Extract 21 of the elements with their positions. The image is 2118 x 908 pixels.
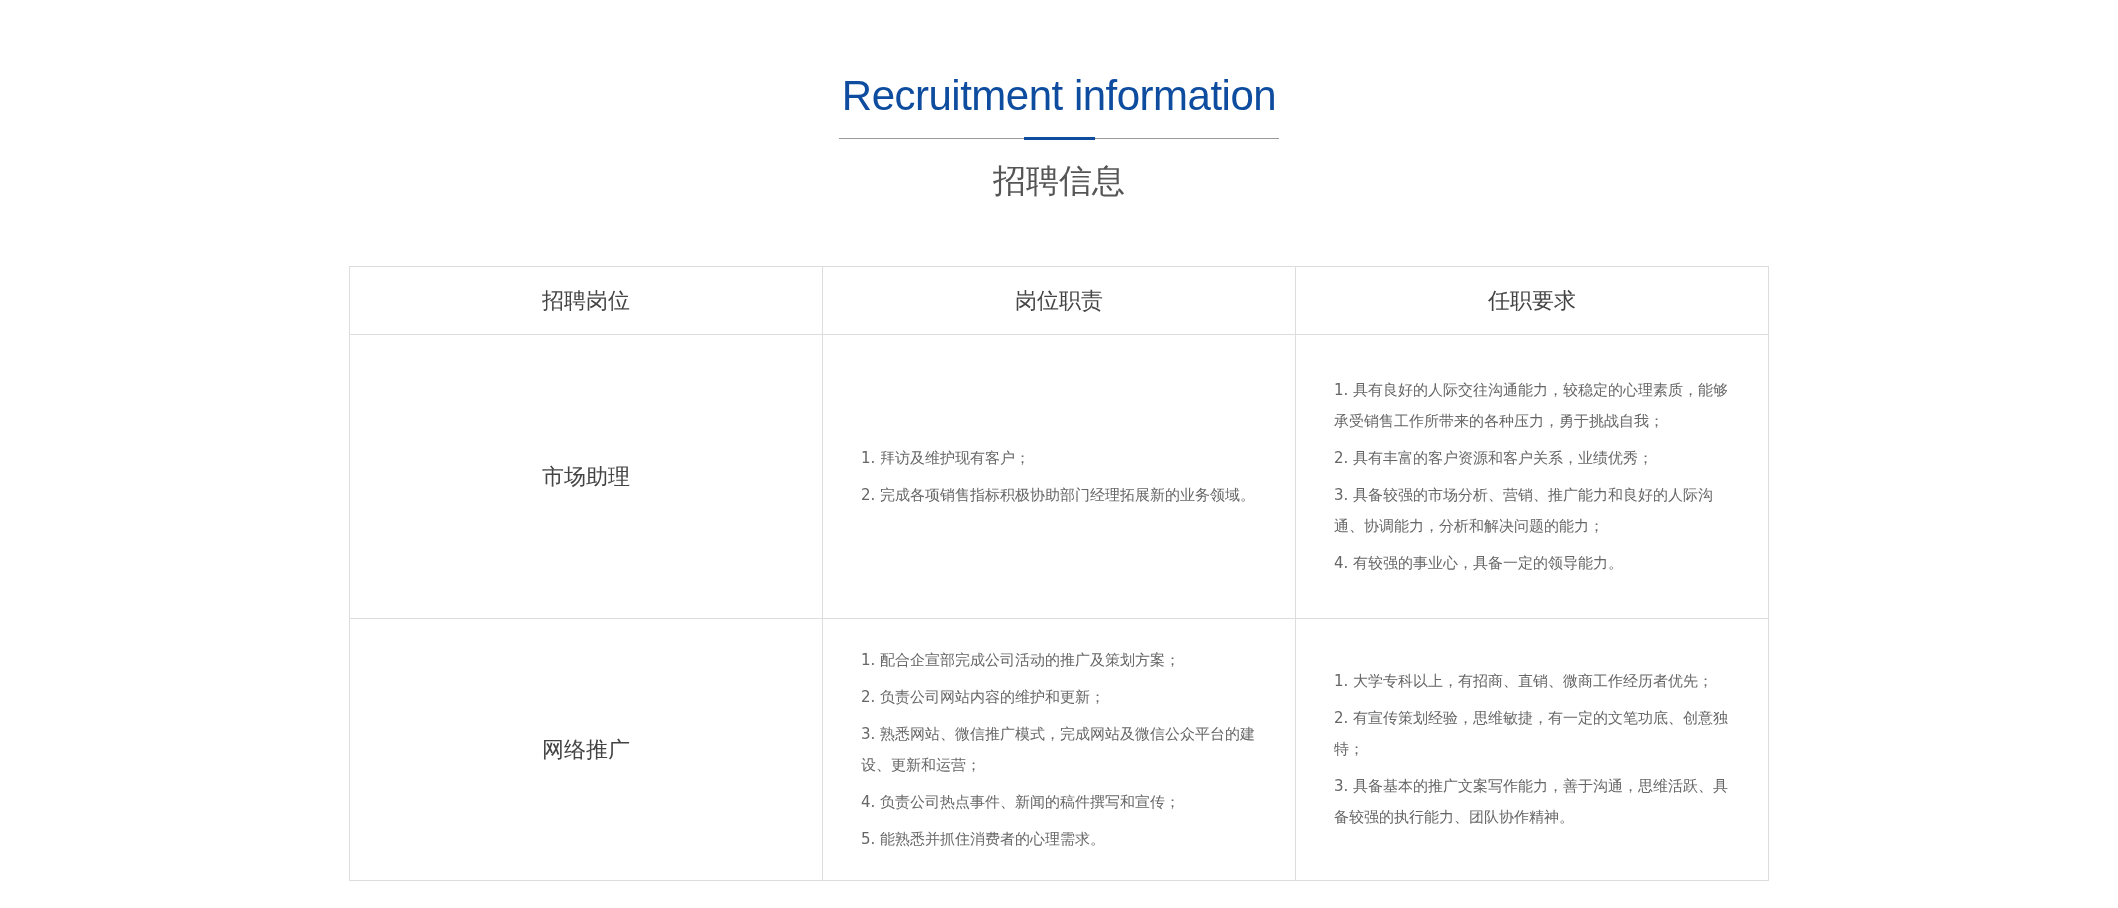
duty-item: 4. 负责公司热点事件、新闻的稿件撰写和宣传； bbox=[861, 791, 1182, 813]
requirement-item: 1. 大学专科以上，有招商、直销、微商工作经历者优先； bbox=[1334, 671, 1715, 692]
requirement-item: 4. 有较强的事业心，具备一定的领导能力。 bbox=[1334, 552, 1625, 574]
position-name: 网络推广 bbox=[542, 735, 630, 764]
section-title: Recruitment information bbox=[841, 71, 1277, 121]
column-header: 招聘岗位 bbox=[542, 286, 630, 315]
duty-item: 1. 拜访及维护现有客户； bbox=[861, 447, 1032, 469]
duty-item: 1. 配合企宣部完成公司活动的推广及策划方案； bbox=[861, 649, 1182, 671]
requirement-item: 3. 具备基本的推广文案写作能力，善于沟通，思维活跃、具备较强的执行能力、团队协作精神。 bbox=[1334, 776, 1730, 828]
requirement-item: 2. 有宣传策划经验，思维敏捷，有一定的文笔功底、创意独特； bbox=[1334, 708, 1730, 760]
duty-item: 3. 熟悉网站、微信推广模式，完成网站及微信公众平台的建设、更新和运营； bbox=[861, 723, 1257, 776]
requirement-item: 2. 具有丰富的客户资源和客户关系，业绩优秀； bbox=[1334, 447, 1655, 469]
duty-item: 5. 能熟悉并抓住消费者的心理需求。 bbox=[861, 828, 1107, 850]
duty-item: 2. 完成各项销售指标积极协助部门经理拓展新的业务领域。 bbox=[861, 484, 1256, 506]
section-subtitle: 招聘信息 bbox=[993, 160, 1125, 202]
requirement-item: 3. 具备较强的市场分析、营销、推广能力和良好的人际沟通、协调能力，分析和解决问题的能力； bbox=[1334, 484, 1715, 537]
duty-item: 2. 负责公司网站内容的维护和更新； bbox=[861, 686, 1107, 708]
requirement-item: 1. 具有良好的人际交往沟通能力，较稳定的心理素质，能够承受销售工作所带来的各种压力，勇于挑战自我； bbox=[1334, 379, 1730, 432]
column-header: 岗位职责 bbox=[1015, 286, 1103, 315]
column-header: 任职要求 bbox=[1488, 286, 1576, 315]
position-name: 市场助理 bbox=[542, 462, 630, 491]
